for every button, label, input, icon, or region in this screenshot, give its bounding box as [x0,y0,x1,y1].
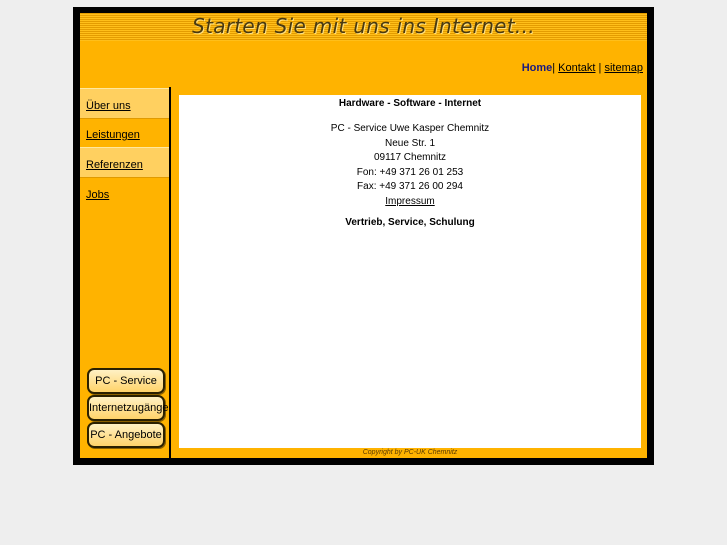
pc-angebote-button[interactable]: PC - Angebote [87,422,165,448]
impressum-link[interactable]: Impressum [385,196,434,207]
internetzugaenge-button[interactable]: Internetzugänge [87,395,169,421]
company-name: PC - Service Uwe Kasper Chemnitz [330,123,490,134]
sidebar: Über uns Leistungen Referenzen Jobs PC -… [80,87,169,458]
nav-home-link[interactable]: Home [522,62,553,74]
sidebar-item-label: Jobs [86,189,110,201]
sidebar-item-leistungen[interactable]: Leistungen [80,118,169,147]
street-address: Neue Str. 1 [384,137,436,149]
address-block: PC - Service Uwe Kasper Chemnitz Neue St… [179,122,641,209]
main-content: Hardware - Software - Internet PC - Serv… [179,95,641,448]
sidebar-item-referenzen[interactable]: Referenzen [80,147,169,178]
content-heading: Hardware - Software - Internet [338,98,482,109]
nav-kontakt-link[interactable]: Kontakt [558,62,595,74]
fax: Fax: +49 371 26 00 294 [357,181,463,192]
sidebar-item-label: Referenzen [86,159,143,171]
pc-service-button[interactable]: PC - Service [87,368,165,394]
top-nav: Home| Kontakt | sitemap [522,62,643,74]
copyright: Copyright by PC-UK Chemnitz [362,449,458,456]
header: Starten Sie mit uns ins Internet... Home… [80,13,647,87]
sidebar-item-jobs[interactable]: Jobs [80,178,169,207]
header-banner: Starten Sie mit uns ins Internet... [80,13,647,41]
sidebar-item-ueber-uns[interactable]: Über uns [80,88,169,119]
nav-sitemap-link[interactable]: sitemap [604,62,643,74]
tagline: Vertrieb, Service, Schulung [345,217,475,228]
city: 09117 Chemnitz [373,152,447,163]
phone: Fon: +49 371 26 01 253 [356,166,464,178]
slogan: Starten Sie mit uns ins Internet... [192,14,535,38]
sidebar-item-label: Leistungen [86,129,140,141]
sidebar-item-label: Über uns [86,100,131,112]
